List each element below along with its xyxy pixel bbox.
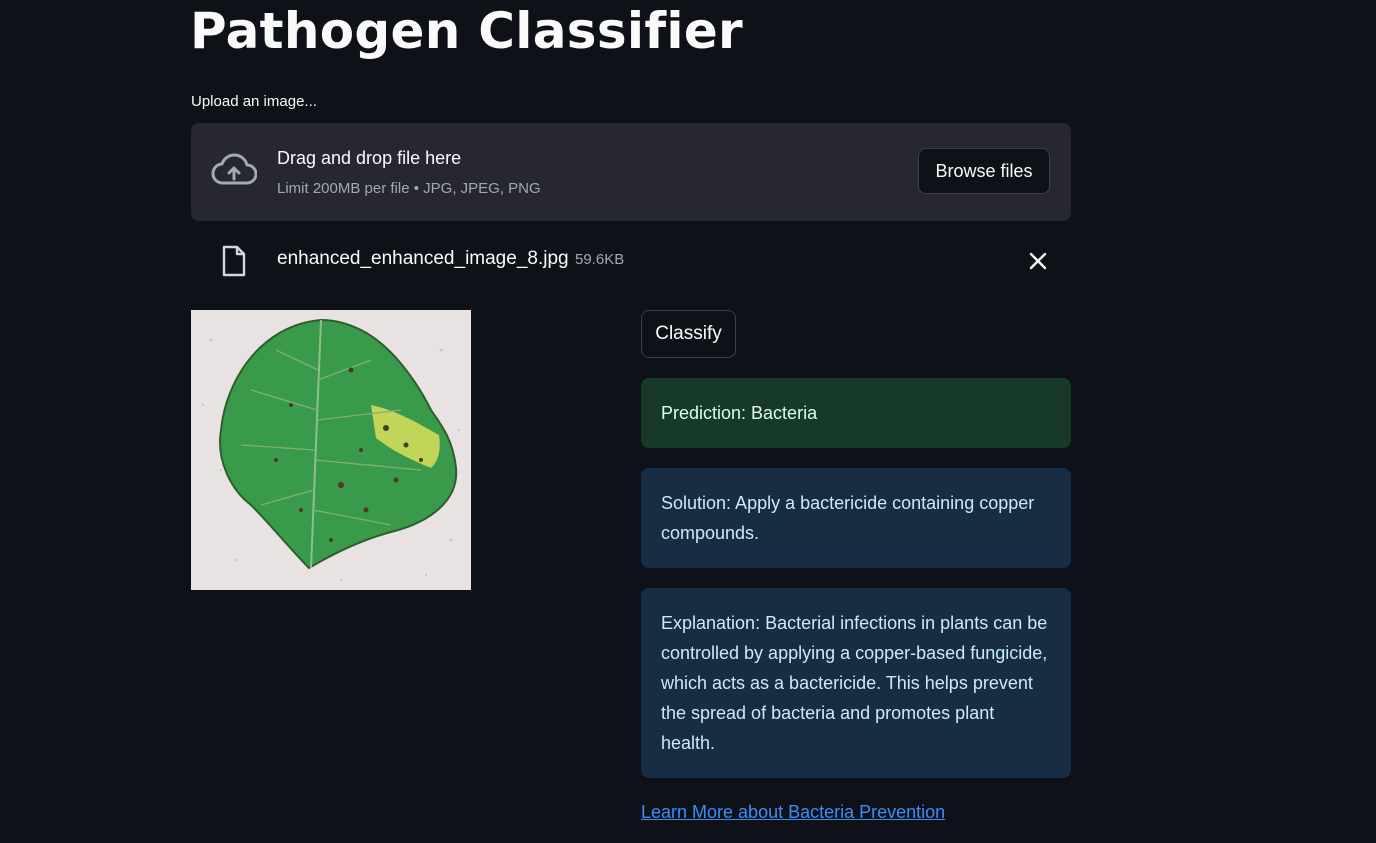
file-name: enhanced_enhanced_image_8.jpg	[277, 248, 569, 269]
app-page: Pathogen Classifier Upload an image... D…	[0, 0, 1376, 843]
learn-more-link[interactable]: Learn More about Bacteria Prevention	[641, 802, 945, 823]
file-dropzone[interactable]: Drag and drop file here Limit 200MB per …	[191, 123, 1071, 221]
leaf-picture	[191, 310, 471, 590]
file-icon	[222, 245, 246, 277]
file-size: 59.6KB	[575, 251, 625, 268]
cloud-upload-icon	[211, 153, 257, 185]
prediction-alert: Prediction: Bacteria	[641, 378, 1071, 448]
page-title: Pathogen Classifier	[190, 2, 743, 60]
uploaded-file-row: enhanced_enhanced_image_8.jpg 59.6KB	[191, 240, 1071, 280]
solution-alert: Solution: Apply a bactericide containing…	[641, 468, 1071, 568]
dropzone-instructions: Drag and drop file here	[277, 148, 462, 168]
classify-button[interactable]: Classify	[641, 310, 736, 358]
explanation-alert: Explanation: Bacterial infections in pla…	[641, 588, 1071, 778]
uploaded-leaf-image	[191, 310, 471, 590]
upload-label: Upload an image...	[191, 93, 317, 110]
close-icon[interactable]	[1027, 250, 1049, 272]
browse-files-button[interactable]: Browse files	[918, 148, 1050, 194]
dropzone-limit: Limit 200MB per file • JPG, JPEG, PNG	[277, 180, 541, 197]
